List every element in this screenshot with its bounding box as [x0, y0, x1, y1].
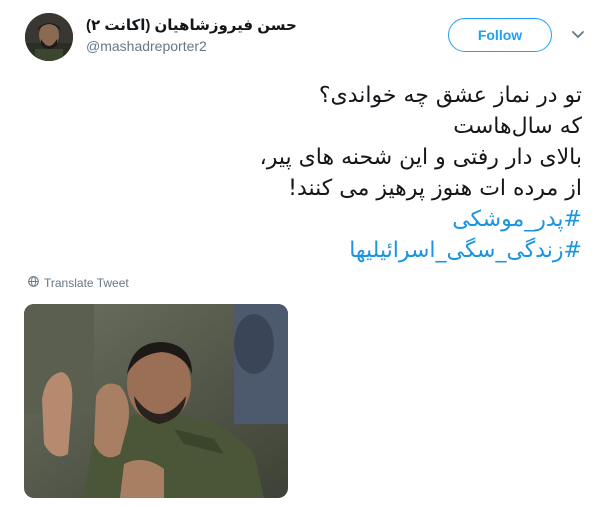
- translate-label: Translate Tweet: [44, 276, 129, 290]
- tweet-line: بالای دار رفتی و این شحنه های پیر،: [259, 145, 582, 170]
- tweet-line: که سال‌هاست: [453, 114, 582, 139]
- hashtag-link[interactable]: #زندگی_سگی_اسرائیلیها: [42, 235, 582, 266]
- tweet-line: تو در نماز عشق چه خواندی؟: [318, 83, 582, 108]
- tweet-line: از مرده ات هنوز پرهیز می کنند!: [288, 176, 582, 201]
- globe-icon: [28, 276, 39, 290]
- author-name[interactable]: حسن فیروزشاهیان (اکانت ۲): [86, 16, 297, 34]
- follow-button[interactable]: Follow: [448, 18, 552, 52]
- translate-tweet-link[interactable]: Translate Tweet: [28, 276, 129, 290]
- tweet-text: تو در نماز عشق چه خواندی؟ که سال‌هاست با…: [42, 80, 582, 266]
- hashtag-link[interactable]: #پدر_موشکی: [42, 204, 582, 235]
- avatar[interactable]: [25, 13, 73, 61]
- tweet-photo[interactable]: [24, 304, 288, 498]
- author-handle[interactable]: @mashadreporter2: [86, 38, 207, 54]
- chevron-down-icon[interactable]: [570, 26, 586, 42]
